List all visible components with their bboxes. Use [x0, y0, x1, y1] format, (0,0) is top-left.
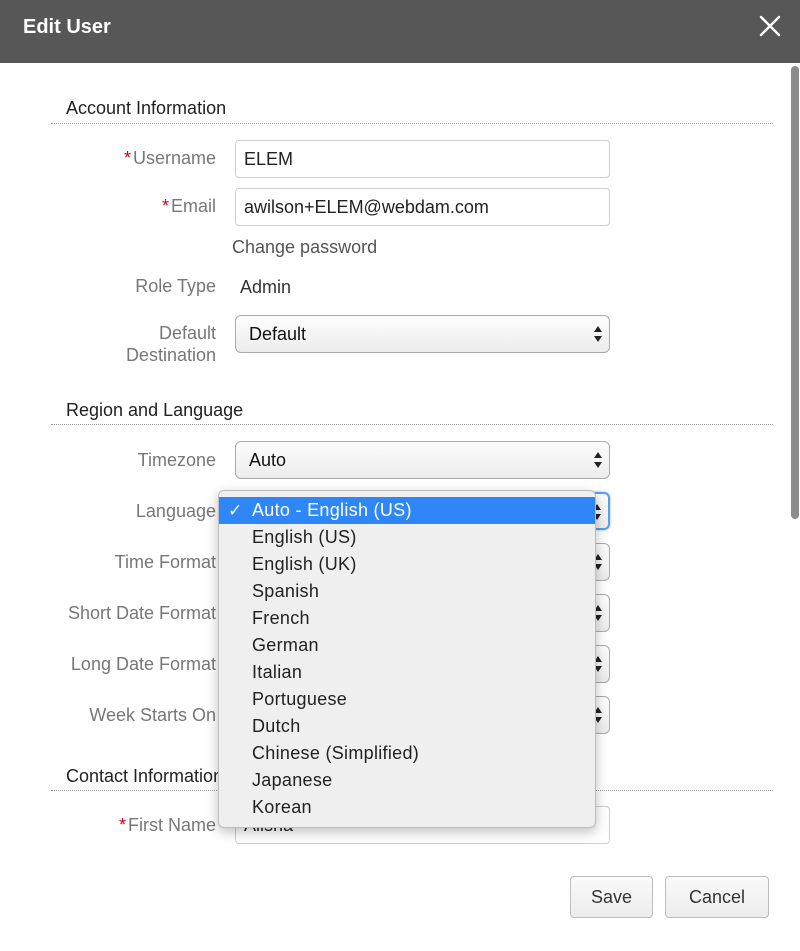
language-option-dutch[interactable]: Dutch	[219, 713, 595, 740]
cancel-button[interactable]: Cancel	[665, 876, 769, 918]
language-option-french[interactable]: French	[219, 605, 595, 632]
language-dropdown-menu[interactable]: ✓ Auto - English (US) English (US) Englis…	[218, 490, 596, 828]
language-label: Language	[135, 501, 216, 521]
language-option-korean[interactable]: Korean	[219, 794, 595, 821]
default-destination-label-line1: Default	[158, 323, 216, 343]
required-marker: *	[161, 196, 169, 216]
edit-user-modal: Edit User Account Information * Username …	[0, 0, 800, 951]
default-destination-label-line2: Destination	[125, 345, 216, 365]
language-option-english-us[interactable]: English (US)	[219, 524, 595, 551]
up-down-arrows-icon	[594, 452, 602, 468]
account-divider	[51, 123, 773, 124]
close-button[interactable]	[756, 12, 784, 40]
default-destination-value: Default	[249, 324, 307, 344]
language-option-chinese-simplified[interactable]: Chinese (Simplified)	[219, 740, 595, 767]
username-input[interactable]	[235, 140, 610, 178]
close-icon	[759, 15, 781, 37]
language-option-auto[interactable]: ✓ Auto - English (US)	[219, 497, 595, 524]
default-destination-select[interactable]: Default	[235, 315, 610, 353]
email-label-text: Email	[170, 196, 216, 216]
long-date-format-label: Long Date Format	[70, 654, 216, 674]
email-input[interactable]	[235, 188, 610, 226]
option-label: Auto - English (US)	[252, 500, 412, 520]
region-divider	[51, 424, 773, 425]
email-label: * Email	[162, 195, 216, 217]
region-section-title: Region and Language	[66, 400, 244, 420]
week-starts-on-label: Week Starts On	[89, 705, 216, 725]
username-label-text: Username	[132, 148, 216, 168]
time-format-label: Time Format	[114, 552, 216, 572]
account-section-title: Account Information	[66, 98, 227, 118]
timezone-value: Auto	[249, 450, 287, 470]
role-type-label: Role Type	[135, 276, 216, 296]
required-marker: *	[123, 148, 131, 168]
timezone-label: Timezone	[137, 450, 216, 470]
role-type-value: Admin	[240, 277, 292, 297]
modal-title: Edit User	[23, 16, 111, 38]
language-option-japanese[interactable]: Japanese	[219, 767, 595, 794]
username-label: * Username	[124, 147, 216, 169]
first-name-label: * First Name	[119, 814, 216, 836]
save-button[interactable]: Save	[570, 876, 653, 918]
modal-header: Edit User	[0, 0, 800, 63]
short-date-format-label: Short Date Format	[67, 603, 216, 623]
checkmark-icon: ✓	[228, 501, 243, 520]
language-option-italian[interactable]: Italian	[219, 659, 595, 686]
change-password-link[interactable]: Change password	[232, 236, 377, 258]
timezone-select[interactable]: Auto	[235, 441, 610, 479]
language-option-english-uk[interactable]: English (UK)	[219, 551, 595, 578]
scrollbar-thumb[interactable]	[791, 66, 799, 519]
contact-section-title: Contact Information	[66, 766, 224, 786]
language-option-spanish[interactable]: Spanish	[219, 578, 595, 605]
first-name-label-text: First Name	[127, 815, 216, 835]
language-option-portuguese[interactable]: Portuguese	[219, 686, 595, 713]
language-option-german[interactable]: German	[219, 632, 595, 659]
up-down-arrows-icon	[594, 326, 602, 342]
required-marker: *	[118, 815, 126, 835]
